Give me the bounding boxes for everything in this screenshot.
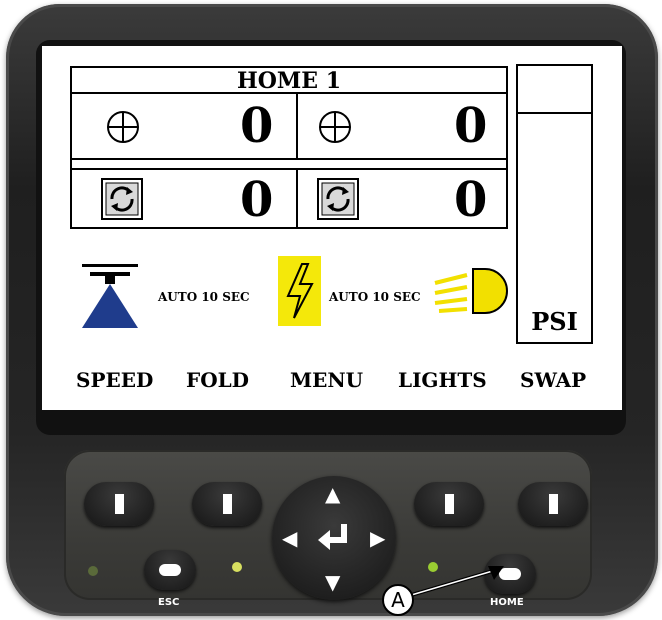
softkey-speed[interactable]: SPEED [76,368,153,392]
softkey-button-1[interactable] [84,482,154,526]
button-marker [445,494,454,514]
lightning-icon [286,263,314,319]
counter-row-1: 0 0 [72,94,506,160]
dpad-menu-button[interactable]: ▲ ▼ ◀ ▶ [272,476,396,600]
status-led [232,562,242,572]
column-divider [296,170,298,227]
status-led [88,566,98,576]
psi-gauge: PSI [516,64,593,344]
crosshair-icon [107,111,139,143]
headlight-icon [434,268,508,314]
column-divider [296,94,298,158]
power-status-text: AUTO 10 SEC [329,290,421,304]
softkey-button-4[interactable] [414,482,484,526]
crosshair-icon [319,111,351,143]
softkey-menu[interactable]: MENU [290,368,363,392]
rotate-icon [317,178,359,220]
arrow-down-icon[interactable]: ▼ [325,572,340,592]
spray-nozzle-icon [82,264,138,328]
enter-icon[interactable] [316,522,352,554]
spray-status-text: AUTO 10 SEC [158,290,250,304]
arrow-up-icon[interactable]: ▲ [325,484,340,504]
softkey-lights[interactable]: LIGHTS [398,368,487,392]
counter-value: 0 [240,98,274,154]
button-marker [115,494,124,514]
counter-value: 0 [240,172,274,228]
counter-value: 0 [454,98,488,154]
esc-button[interactable] [144,550,196,590]
button-marker [223,494,232,514]
softkey-fold[interactable]: FOLD [186,368,249,392]
lightning-badge [278,256,321,326]
counter-row-2: 0 0 [72,168,506,227]
psi-label: PSI [531,307,578,336]
psi-gauge-top [518,66,591,114]
button-marker [159,564,181,576]
softkey-bar: SPEED FOLD MENU LIGHTS SWAP [72,368,592,394]
callout-arrow [407,566,504,598]
button-marker [549,494,558,514]
rotate-icon [101,178,143,220]
arrow-right-icon[interactable]: ▶ [370,528,385,548]
esc-label: ESC [158,597,180,608]
arrow-left-icon[interactable]: ◀ [282,528,297,548]
counter-value: 0 [454,172,488,228]
callout-label-a: A [382,584,414,616]
softkey-button-2[interactable] [192,482,262,526]
page-title: HOME 1 [72,68,506,94]
softkey-button-5[interactable] [518,482,588,526]
counter-grid: HOME 1 0 0 0 0 [70,66,508,229]
softkey-swap[interactable]: SWAP [520,368,586,392]
